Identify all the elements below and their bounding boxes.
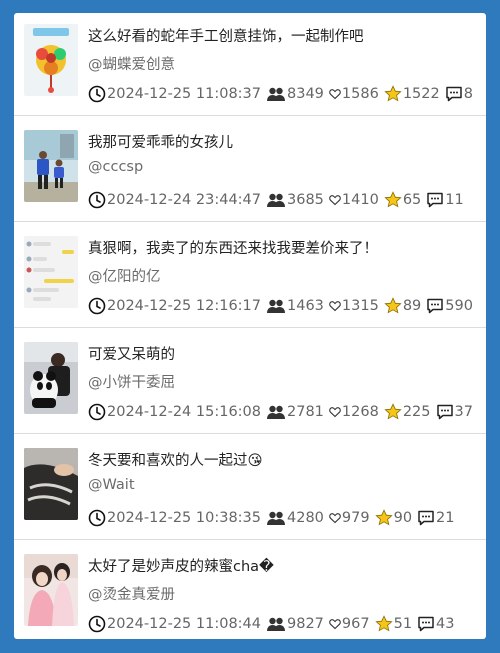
- like-count: 1410: [341, 192, 379, 208]
- comment-icon[interactable]: [417, 510, 435, 526]
- post-meta: 2024-12-24 23:44:47 3685 1410 65 11: [88, 191, 466, 209]
- heart-icon[interactable]: [329, 618, 341, 630]
- star-icon[interactable]: [384, 403, 402, 421]
- heart-icon[interactable]: [329, 194, 341, 206]
- post-thumbnail[interactable]: [24, 342, 78, 414]
- clock-icon: [88, 85, 106, 103]
- favorite-count: 51: [393, 616, 413, 632]
- post-meta: 2024-12-25 11:08:37 8349 1586 1522 8: [88, 85, 475, 103]
- post-thumbnail[interactable]: [24, 24, 78, 96]
- comment-count: 590: [445, 298, 473, 314]
- view-count: 4280: [287, 510, 324, 526]
- comment-count: 21: [436, 510, 455, 526]
- view-count: 2781: [287, 404, 324, 420]
- view-count: 3685: [287, 192, 324, 208]
- post-feed: 这么好看的蛇年手工创意挂饰，一起制作吧 @蝴蝶爱创意 2024-12-25 11…: [14, 13, 486, 639]
- like-count: 979: [341, 510, 370, 526]
- post-author[interactable]: @烫金真爱册: [88, 583, 175, 604]
- post-time: 2024-12-25 11:08:44: [107, 616, 261, 632]
- view-count: 8349: [287, 86, 324, 102]
- post-time: 2024-12-24 15:16:08: [107, 404, 261, 420]
- post-thumbnail[interactable]: [24, 130, 78, 202]
- star-icon[interactable]: [374, 615, 393, 633]
- star-icon[interactable]: [384, 191, 402, 209]
- view-count: 1463: [287, 298, 324, 314]
- favorite-count: 90: [393, 510, 413, 526]
- favorite-count: 225: [402, 404, 431, 420]
- post-meta: 2024-12-25 11:08:44 9827 967 51 43: [88, 615, 457, 633]
- like-count: 1315: [341, 298, 379, 314]
- post-title[interactable]: 可爱又呆萌的: [88, 343, 175, 364]
- post-item[interactable]: 这么好看的蛇年手工创意挂饰，一起制作吧 @蝴蝶爱创意 2024-12-25 11…: [14, 13, 486, 116]
- comment-count: 43: [436, 616, 455, 632]
- post-meta: 2024-12-24 15:16:08 2781 1268 225 37: [88, 403, 475, 421]
- heart-icon[interactable]: [329, 300, 341, 312]
- comment-count: 11: [445, 192, 464, 208]
- star-icon[interactable]: [374, 509, 393, 527]
- comment-icon[interactable]: [436, 404, 454, 420]
- post-meta: 2024-12-25 12:16:17 1463 1315 89 590: [88, 297, 475, 315]
- clock-icon: [88, 191, 106, 209]
- users-icon: [266, 616, 286, 632]
- clock-icon: [88, 403, 106, 421]
- post-author[interactable]: @亿阳的亿: [88, 265, 161, 286]
- clock-icon: [88, 509, 106, 527]
- post-time: 2024-12-25 10:38:35: [107, 510, 261, 526]
- post-item[interactable]: 太好了是妙声皮的辣蜜cha� @烫金真爱册 2024-12-25 11:08:4…: [14, 543, 486, 639]
- heart-icon[interactable]: [329, 512, 341, 524]
- post-thumbnail[interactable]: [24, 554, 78, 626]
- post-author[interactable]: @蝴蝶爱创意: [88, 53, 175, 74]
- post-author[interactable]: @cccsp: [88, 159, 143, 175]
- post-item[interactable]: 可爱又呆萌的 @小饼干委屈 2024-12-24 15:16:08 2781 1…: [14, 331, 486, 434]
- post-author[interactable]: @小饼干委屈: [88, 371, 175, 392]
- favorite-count: 65: [402, 192, 422, 208]
- clock-icon: [88, 615, 106, 633]
- comment-icon[interactable]: [426, 192, 444, 208]
- post-time: 2024-12-25 11:08:37: [107, 86, 261, 102]
- users-icon: [266, 510, 286, 526]
- post-item[interactable]: 真狠啊，我卖了的东西还来找我要差价来了！ @亿阳的亿 2024-12-25 12…: [14, 225, 486, 328]
- users-icon: [266, 298, 286, 314]
- comment-count: 8: [463, 86, 473, 102]
- users-icon: [266, 86, 286, 102]
- users-icon: [266, 404, 286, 420]
- comment-icon[interactable]: [417, 616, 435, 632]
- post-title[interactable]: 我那可爱乖乖的女孩儿: [88, 131, 233, 152]
- post-time: 2024-12-25 12:16:17: [107, 298, 261, 314]
- like-count: 967: [341, 616, 370, 632]
- favorite-count: 89: [402, 298, 422, 314]
- post-item[interactable]: 我那可爱乖乖的女孩儿 @cccsp 2024-12-24 23:44:47 36…: [14, 119, 486, 222]
- post-item[interactable]: 冬天要和喜欢的人一起过😘 @Wait 2024-12-25 10:38:35 4…: [14, 437, 486, 540]
- post-title[interactable]: 真狠啊，我卖了的东西还来找我要差价来了！: [88, 237, 378, 258]
- post-title[interactable]: 冬天要和喜欢的人一起过😘: [88, 449, 263, 470]
- post-thumbnail[interactable]: [24, 448, 78, 520]
- users-icon: [266, 192, 286, 208]
- heart-icon[interactable]: [329, 88, 341, 100]
- post-title[interactable]: 这么好看的蛇年手工创意挂饰，一起制作吧: [88, 25, 364, 46]
- star-icon[interactable]: [384, 297, 402, 315]
- clock-icon: [88, 297, 106, 315]
- post-meta: 2024-12-25 10:38:35 4280 979 90 21: [88, 509, 457, 527]
- comment-icon[interactable]: [445, 86, 463, 102]
- post-title[interactable]: 太好了是妙声皮的辣蜜cha�: [88, 555, 274, 576]
- heart-icon[interactable]: [329, 406, 341, 418]
- post-thumbnail[interactable]: [24, 236, 78, 308]
- star-icon[interactable]: [384, 85, 402, 103]
- like-count: 1268: [341, 404, 379, 420]
- comment-count: 37: [454, 404, 473, 420]
- favorite-count: 1522: [402, 86, 440, 102]
- post-author[interactable]: @Wait: [88, 477, 135, 493]
- view-count: 9827: [287, 616, 324, 632]
- post-time: 2024-12-24 23:44:47: [107, 192, 261, 208]
- like-count: 1586: [341, 86, 379, 102]
- comment-icon[interactable]: [426, 298, 444, 314]
